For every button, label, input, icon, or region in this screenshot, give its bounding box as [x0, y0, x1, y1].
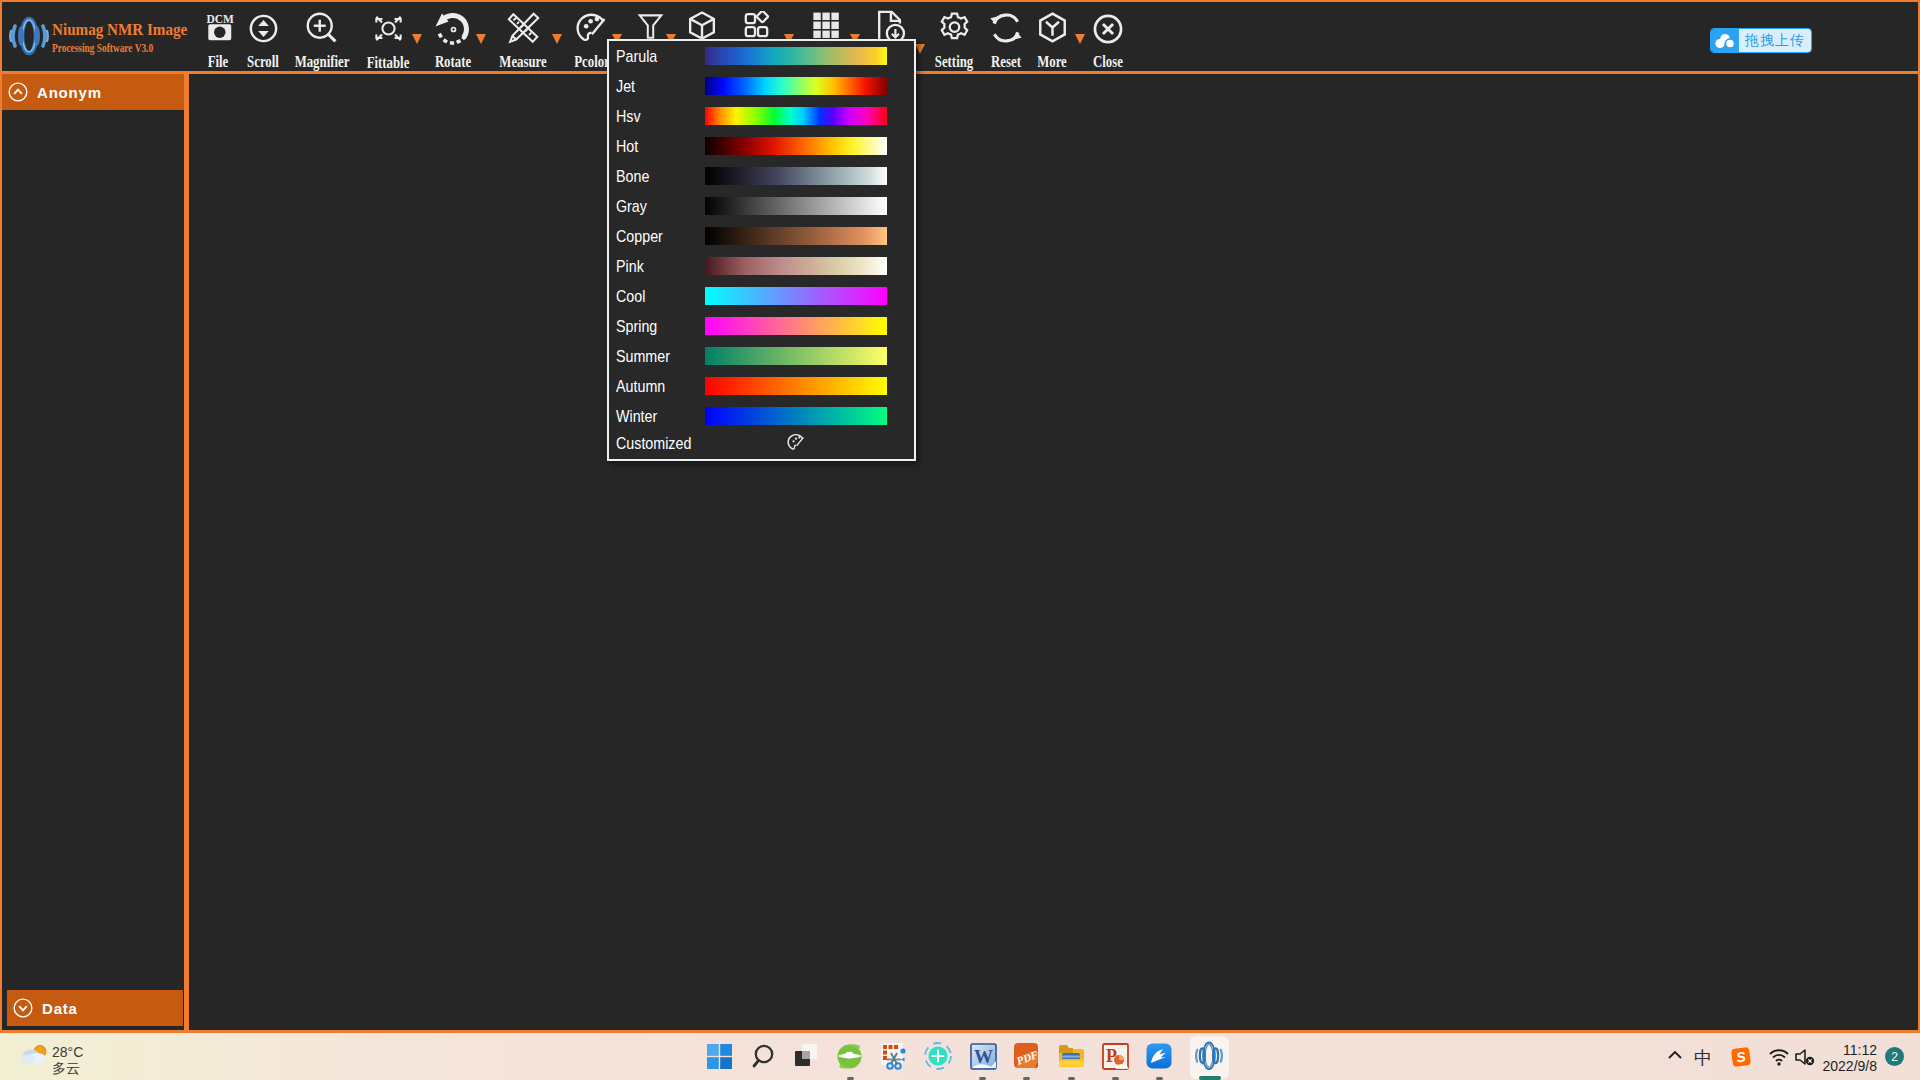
svg-text:W: W	[974, 1046, 993, 1067]
